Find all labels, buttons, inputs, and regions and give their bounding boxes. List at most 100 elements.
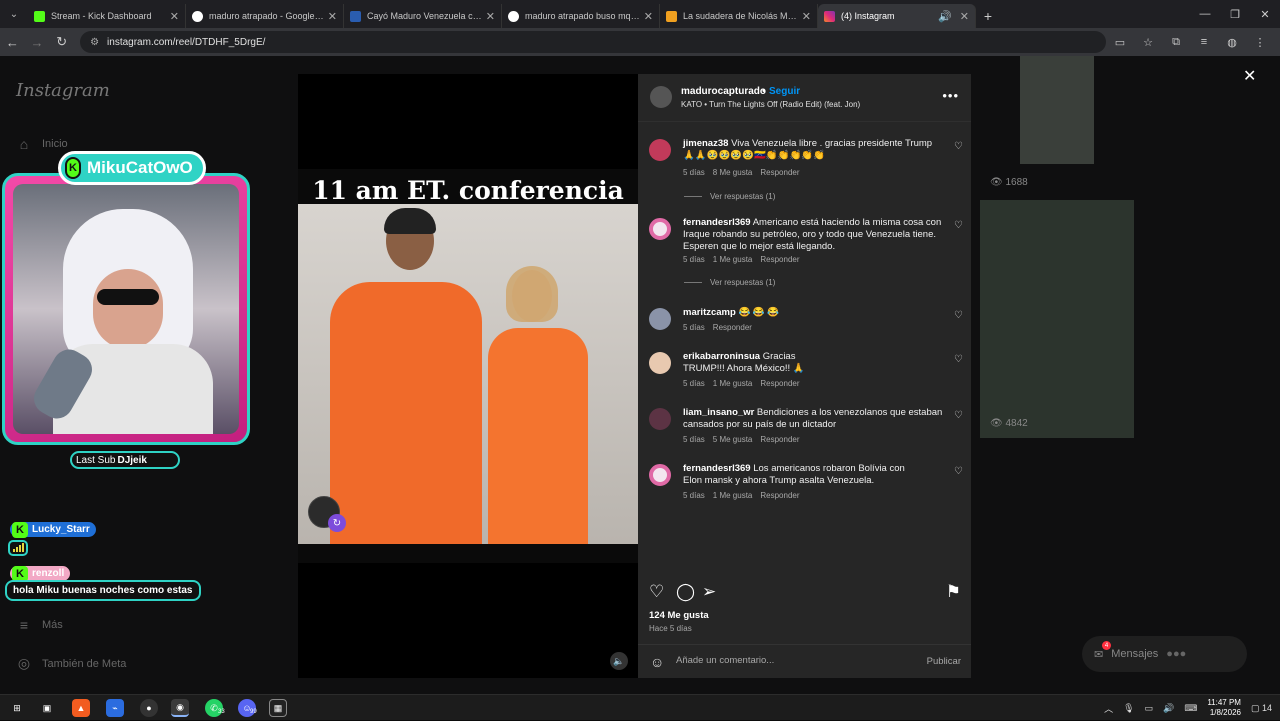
back-button[interactable]: ← xyxy=(0,29,25,55)
author-avatar[interactable] xyxy=(650,86,672,108)
close-tab-icon[interactable]: ✕ xyxy=(170,10,179,23)
ime-icon[interactable]: ⌨ xyxy=(1184,703,1197,714)
commenter-avatar[interactable] xyxy=(649,352,671,374)
publish-button[interactable]: Publicar xyxy=(927,656,961,667)
emoji-icon[interactable]: ☺ xyxy=(650,654,664,670)
background-thumbnail[interactable] xyxy=(980,200,1134,438)
obs-icon[interactable]: ● xyxy=(140,699,158,717)
reel-video[interactable]: 11 am ET. conferencia ↻ 🔈 xyxy=(298,74,638,678)
speaker-icon[interactable]: 🔊 xyxy=(938,10,952,23)
close-tab-icon[interactable]: ✕ xyxy=(328,10,337,23)
bookmark-star-icon[interactable]: ☆ xyxy=(1134,36,1162,49)
messages-label: Mensajes xyxy=(1111,648,1159,660)
commenter-avatar[interactable] xyxy=(649,308,671,330)
messages-button[interactable]: ✉ 4 Mensajes ●●● xyxy=(1082,636,1247,672)
comment-likes[interactable]: 1 Me gusta xyxy=(713,491,753,500)
instagram-logo[interactable]: Instagram xyxy=(16,80,110,101)
like-heart-icon[interactable]: ♡ xyxy=(649,582,664,602)
commenter-username[interactable]: fernandesrl369 xyxy=(683,217,751,228)
clock[interactable]: 11:47 PM 1/8/2026 xyxy=(1207,698,1241,718)
commenter-avatar[interactable] xyxy=(649,408,671,430)
nav-item-meta[interactable]: ◎ También de Meta xyxy=(16,655,127,672)
restore-icon[interactable]: ❐ xyxy=(1220,0,1250,28)
commenter-username[interactable]: erikabarroninsua xyxy=(683,351,760,362)
view-replies-button[interactable]: Ver respuestas (1) xyxy=(684,192,775,201)
comment-likes[interactable]: 1 Me gusta xyxy=(713,379,753,388)
comment-input[interactable] xyxy=(676,655,896,666)
tab-5[interactable]: (4) Instagram 🔊 ✕ xyxy=(818,4,976,28)
nav-item-home[interactable]: ⌂ Inicio xyxy=(16,136,68,152)
reply-button[interactable]: Responder xyxy=(760,255,799,264)
heart-icon[interactable]: ♡ xyxy=(954,354,963,365)
new-tab-button[interactable]: + xyxy=(976,4,1000,28)
reply-button[interactable]: Responder xyxy=(760,435,799,444)
site-info-icon[interactable]: ⚙ xyxy=(90,37,99,48)
forward-button[interactable]: → xyxy=(25,29,50,55)
menu-icon[interactable]: ⋮ xyxy=(1246,36,1274,49)
close-tab-icon[interactable]: ✕ xyxy=(960,10,969,23)
comment-likes[interactable]: 5 Me gusta xyxy=(713,435,753,444)
media-icon[interactable]: ≡ xyxy=(1190,36,1218,49)
heart-icon[interactable]: ♡ xyxy=(954,310,963,321)
tab-1[interactable]: maduro atrapado - Google Sea ✕ xyxy=(186,4,344,28)
tab-search-button[interactable]: ⌄ xyxy=(0,0,28,28)
reply-button[interactable]: Responder xyxy=(760,168,799,177)
close-modal-button[interactable]: ✕ xyxy=(1243,66,1256,86)
commenter-avatar[interactable] xyxy=(649,139,671,161)
commenter-username[interactable]: jimenaz38 xyxy=(683,138,728,149)
save-bookmark-icon[interactable]: ⚑ xyxy=(946,582,961,602)
reply-button[interactable]: Responder xyxy=(760,491,799,500)
mute-toggle-button[interactable]: 🔈 xyxy=(610,652,628,670)
notifications-icon[interactable]: ▢ 14 xyxy=(1251,703,1272,714)
tab-0[interactable]: Stream - Kick Dashboard ✕ xyxy=(28,4,186,28)
cast-icon[interactable]: ▭ xyxy=(1106,36,1134,49)
volume-icon[interactable]: 🔊 xyxy=(1163,703,1174,714)
tab-4[interactable]: La sudadera de Nicolás Maduro ✕ xyxy=(660,4,818,28)
close-tab-icon[interactable]: ✕ xyxy=(486,10,495,23)
game-app-icon[interactable]: ▦ xyxy=(269,699,287,717)
heart-icon[interactable]: ♡ xyxy=(954,141,963,152)
more-options-icon[interactable]: ••• xyxy=(942,88,959,103)
minimize-icon[interactable]: — xyxy=(1190,0,1220,28)
commenter-avatar[interactable] xyxy=(649,464,671,486)
network-icon[interactable]: ▭ xyxy=(1145,703,1154,714)
commenter-username[interactable]: maritzcamp xyxy=(683,307,736,318)
comment-likes[interactable]: 1 Me gusta xyxy=(713,255,753,264)
commenter-username[interactable]: liam_insano_wr xyxy=(683,407,754,418)
author-username[interactable]: madurocapturado xyxy=(681,86,766,97)
heart-icon[interactable]: ♡ xyxy=(954,410,963,421)
reply-button[interactable]: Responder xyxy=(760,379,799,388)
audio-track-link[interactable]: KATO • Turn The Lights Off (Radio Edit) … xyxy=(681,100,860,109)
app-icon[interactable]: ⌁ xyxy=(106,699,124,717)
tab-2[interactable]: Cayó Maduro Venezuela celebr ✕ xyxy=(344,4,502,28)
tab-3[interactable]: maduro atrapado buso mque n ✕ xyxy=(502,4,660,28)
commenter-avatar[interactable] xyxy=(649,218,671,240)
share-send-icon[interactable]: ➢ xyxy=(702,582,716,602)
start-windows-icon[interactable]: ⊞ xyxy=(8,699,26,717)
reply-button[interactable]: Responder xyxy=(713,323,752,332)
brave-browser-icon[interactable]: ▲ xyxy=(72,699,90,717)
commenter-username[interactable]: fernandesrl369 xyxy=(683,463,751,474)
comment-text: fernandesrl369 Americano está haciendo l… xyxy=(683,217,945,253)
extensions-icon[interactable]: ⧉ xyxy=(1162,36,1190,49)
comment-bubble-icon[interactable]: ◯ xyxy=(676,582,695,602)
task-view-icon[interactable]: ▣ xyxy=(38,699,56,717)
background-thumbnail[interactable] xyxy=(1020,56,1094,164)
like-count[interactable]: 124 Me gusta xyxy=(649,610,709,621)
close-tab-icon[interactable]: ✕ xyxy=(802,10,811,23)
view-replies-button[interactable]: Ver respuestas (1) xyxy=(684,278,775,287)
url-input[interactable]: ⚙ instagram.com/reel/DTDHF_5DrgE/ xyxy=(80,31,1106,53)
comment-likes[interactable]: 8 Me gusta xyxy=(713,168,753,177)
tray-chevron-icon[interactable]: ︿ xyxy=(1104,702,1113,715)
mic-icon[interactable]: 🎙 xyxy=(1123,703,1134,714)
profile-icon[interactable]: ◍ xyxy=(1218,36,1246,49)
messenger-icon: ✉ xyxy=(1094,648,1104,661)
follow-button[interactable]: Seguir xyxy=(769,86,800,97)
chrome-icon[interactable]: ◉ xyxy=(171,699,189,717)
heart-icon[interactable]: ♡ xyxy=(954,220,963,231)
heart-icon[interactable]: ♡ xyxy=(954,466,963,477)
close-window-icon[interactable]: ✕ xyxy=(1250,0,1280,28)
reload-button[interactable]: ↻ xyxy=(49,29,74,55)
close-tab-icon[interactable]: ✕ xyxy=(644,10,653,23)
nav-item-more[interactable]: ≡ Más xyxy=(16,617,63,633)
